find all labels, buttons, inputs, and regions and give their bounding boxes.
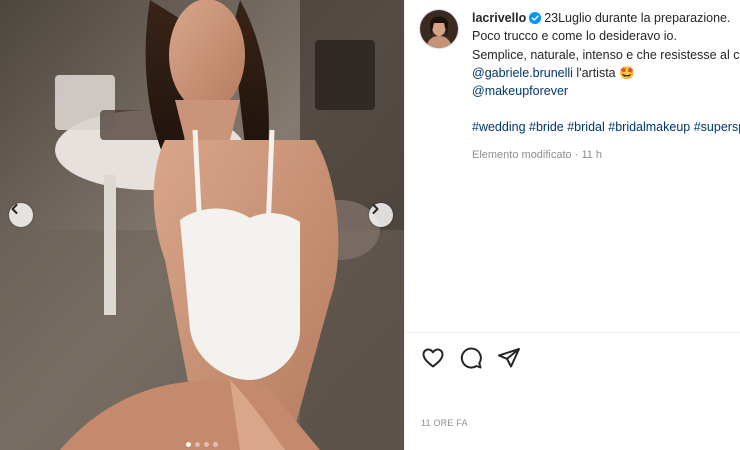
post-details-panel: lacrivello 23Luglio durante la preparazio… <box>404 0 740 450</box>
caption-line-1: 23Luglio durante la preparazione. <box>544 11 731 25</box>
username-link[interactable]: lacrivello <box>472 11 526 25</box>
post-image[interactable] <box>0 0 404 450</box>
avatar[interactable] <box>419 9 459 49</box>
carousel-next-button[interactable] <box>369 203 393 227</box>
post-timestamp[interactable]: 11 ORE FA <box>421 418 468 428</box>
verified-badge-icon <box>529 12 542 24</box>
caption-line-2: Poco trucco e come lo desideravo io. <box>472 29 677 44</box>
edited-meta: Elemento modificato · 11 h <box>472 148 603 161</box>
star-struck-emoji: 🤩 <box>619 65 635 80</box>
avatar-image <box>420 10 458 48</box>
caption-line-3: Semplice, naturale, intenso e che resist… <box>472 47 740 62</box>
action-bar <box>421 346 521 370</box>
chevron-right-icon <box>372 204 379 214</box>
comment-icon[interactable] <box>459 346 483 370</box>
chevron-left-icon <box>11 204 18 214</box>
share-icon[interactable] <box>497 346 521 370</box>
post-photo <box>0 0 404 450</box>
caption-row: lacrivello 23Luglio durante la preparazio… <box>419 9 740 164</box>
hashtag-link[interactable]: #bridalmakeup <box>608 120 690 134</box>
post-caption: lacrivello 23Luglio durante la preparazio… <box>472 9 740 164</box>
carousel-dots <box>0 442 404 447</box>
carousel-dot <box>195 442 200 447</box>
hashtag-link[interactable]: #bridal <box>567 120 605 134</box>
carousel-dot <box>204 442 209 447</box>
hashtags: #wedding #bride #bridal #bridalmakeup #s… <box>472 118 740 136</box>
carousel-dot <box>186 442 191 447</box>
hashtag-link[interactable]: #bride <box>529 120 564 134</box>
mention-suffix: l'artista <box>572 65 620 80</box>
edited-label: Elemento modificato <box>472 148 572 161</box>
hashtag-link[interactable]: #supersposa <box>694 120 740 134</box>
mention-link-gabriele[interactable]: @gabriele.brunelli <box>472 66 573 80</box>
hashtag-link[interactable]: #wedding <box>472 120 526 134</box>
divider <box>405 332 740 333</box>
edited-time: 11 h <box>581 148 603 161</box>
heart-icon[interactable] <box>421 346 445 370</box>
carousel-prev-button[interactable] <box>9 203 33 227</box>
carousel-dot <box>213 442 218 447</box>
mention-link-makeupforever[interactable]: @makeupforever <box>472 84 568 98</box>
